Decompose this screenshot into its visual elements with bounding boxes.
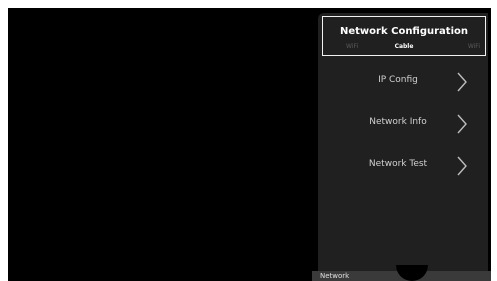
network-configuration-panel: Network Configuration WiFi Cable WiFi IP… xyxy=(318,13,488,273)
menu-item-network-info[interactable]: Network Info xyxy=(318,109,488,139)
menu-item-label: Network Info xyxy=(369,117,427,127)
chevron-right-icon xyxy=(457,156,467,176)
menu-item-label: IP Config xyxy=(378,75,418,85)
footer-bar: Network xyxy=(312,265,491,281)
chevron-right-icon xyxy=(457,72,467,92)
menu-item-label: Network Test xyxy=(368,159,428,169)
network-configuration-header[interactable]: Network Configuration WiFi Cable WiFi xyxy=(322,16,486,56)
tv-screen: Network Configuration WiFi Cable WiFi IP… xyxy=(8,8,491,281)
tab-cable[interactable]: Cable xyxy=(323,43,485,50)
chevron-right-icon xyxy=(457,114,467,134)
tab-wifi-right[interactable]: WiFi xyxy=(468,43,480,50)
panel-title: Network Configuration xyxy=(340,26,468,37)
connection-type-tabs: WiFi Cable WiFi xyxy=(323,43,485,53)
footer-label: Network xyxy=(320,272,350,280)
menu-item-network-test[interactable]: Network Test xyxy=(318,151,488,181)
footer-notch xyxy=(396,265,428,281)
menu-item-ip-config[interactable]: IP Config xyxy=(318,67,488,97)
